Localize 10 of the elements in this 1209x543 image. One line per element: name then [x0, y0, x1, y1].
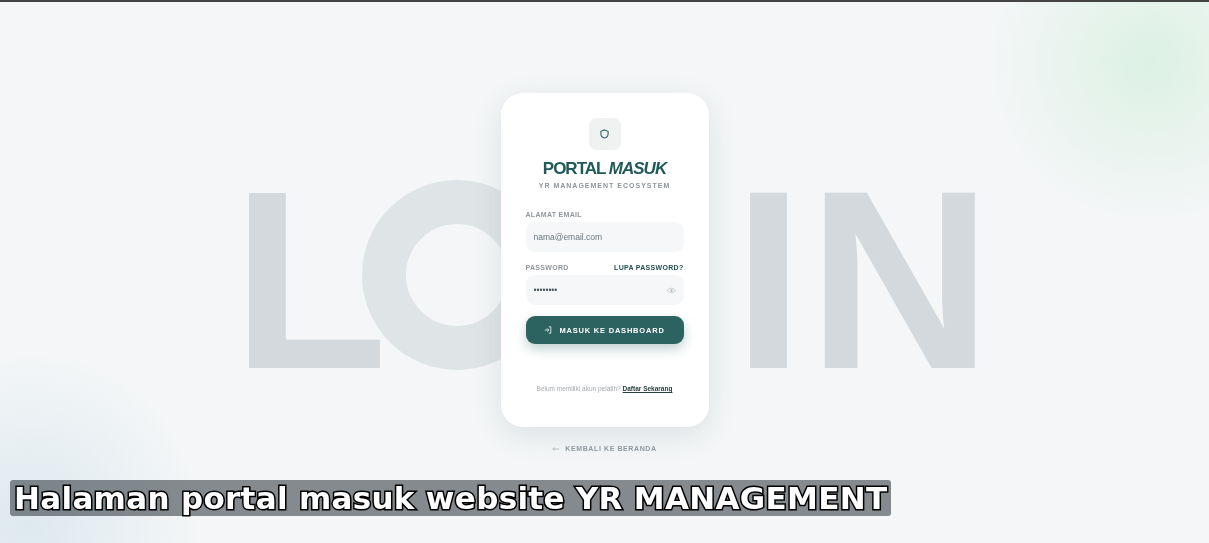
back-arrow-icon — [552, 445, 561, 452]
shield-icon — [600, 129, 609, 139]
email-field[interactable]: nama@email.com — [525, 222, 684, 252]
login-icon — [544, 326, 553, 334]
portal-title: PORTAL MASUK — [542, 159, 667, 179]
email-input[interactable]: nama@email.com — [533, 232, 676, 242]
password-field[interactable]: •••••••• — [525, 275, 684, 305]
password-input[interactable]: •••••••• — [533, 285, 667, 295]
eye-icon[interactable] — [666, 286, 676, 294]
video-caption: Halaman portal masuk website YR MANAGEMENT — [10, 480, 892, 516]
